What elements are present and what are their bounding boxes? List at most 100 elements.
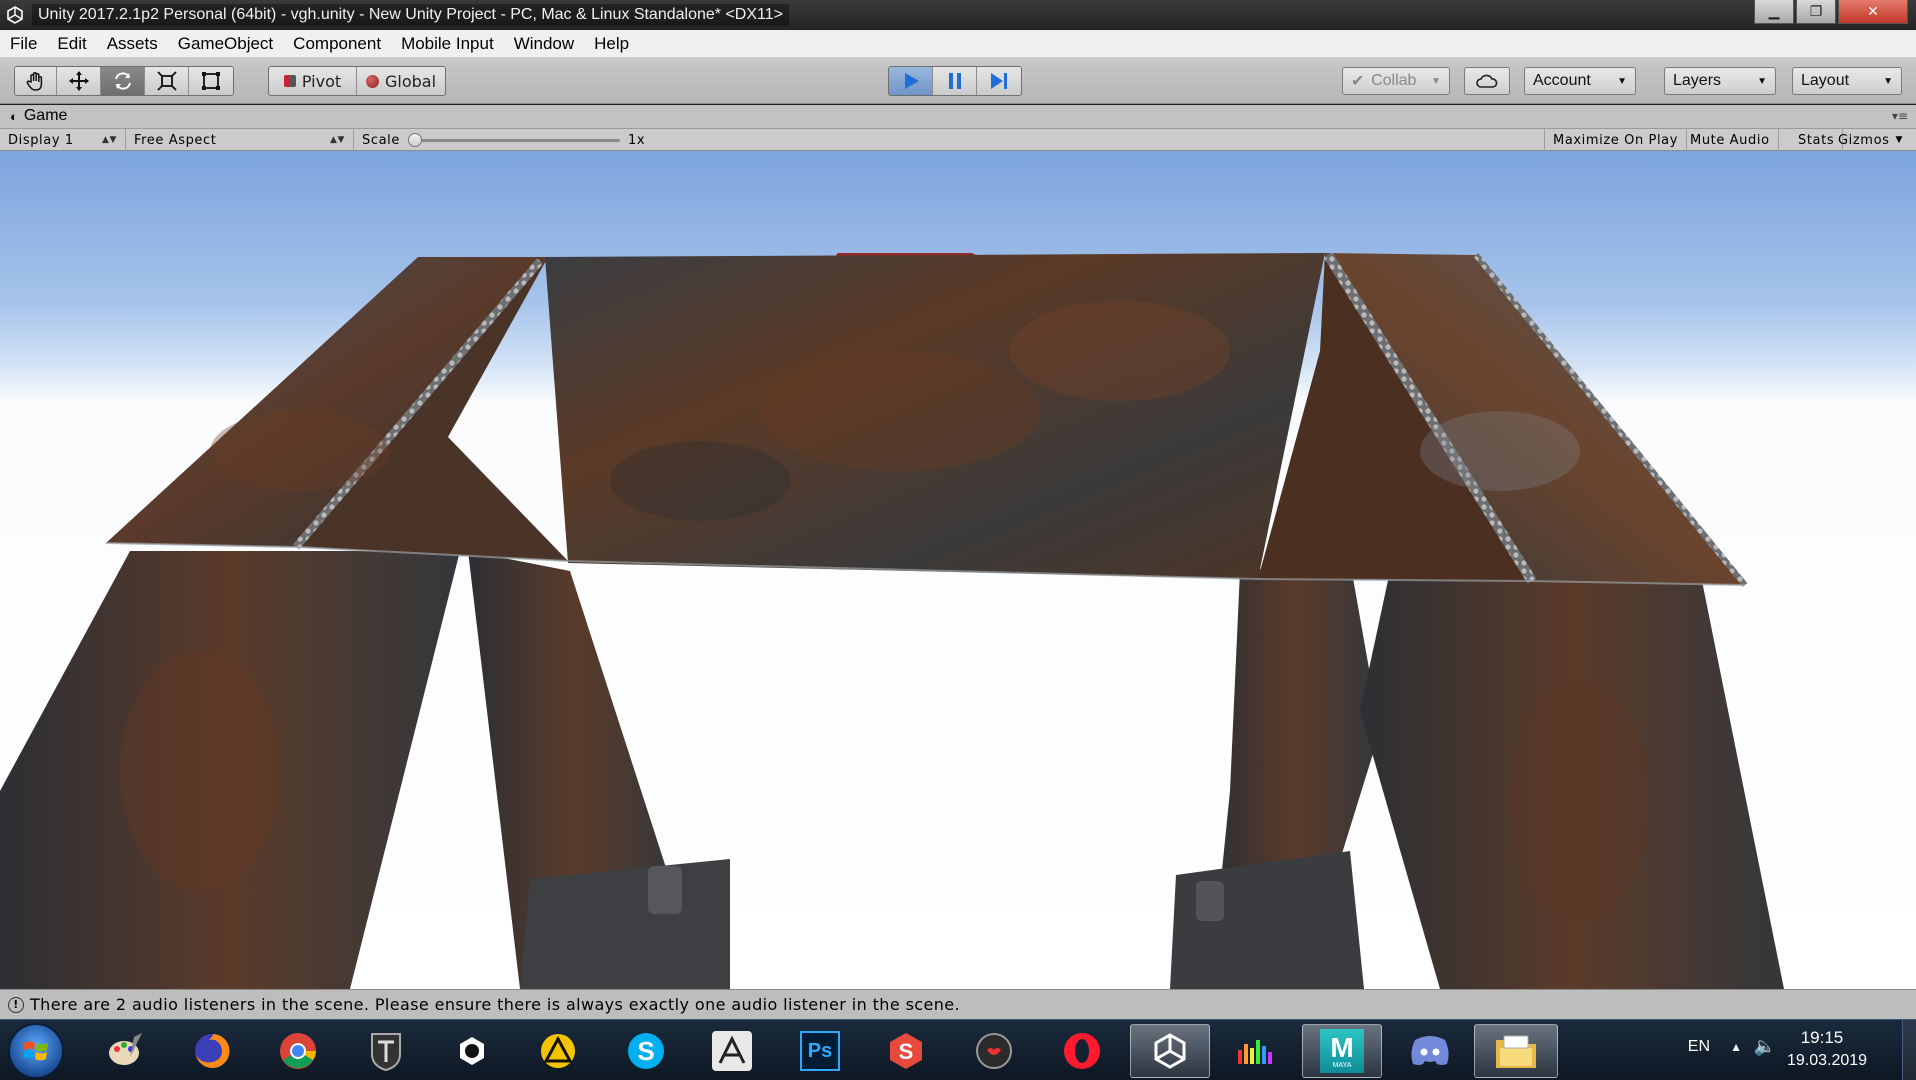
move-tool-button[interactable]: [57, 67, 101, 95]
display-label: Display 1: [8, 132, 74, 148]
hand-tool-button[interactable]: [15, 67, 57, 95]
close-button[interactable]: ✕: [1838, 0, 1908, 24]
maximize-on-play-toggle[interactable]: Maximize On Play: [1544, 129, 1688, 151]
aspect-select[interactable]: Free Aspect ▲▼: [126, 129, 354, 151]
transform-tools: [14, 66, 234, 96]
window-title: Unity 2017.2.1p2 Personal (64bit) - vgh.…: [32, 4, 789, 26]
tab-game[interactable]: ◐ Game: [10, 107, 67, 125]
menu-mobile-input[interactable]: Mobile Input: [391, 34, 504, 54]
chrome-icon: [280, 1033, 316, 1069]
tab-menu-icon[interactable]: ▾≡: [1892, 109, 1908, 123]
taskbar-unity[interactable]: [1130, 1024, 1210, 1078]
taskbar-equalizer[interactable]: [1218, 1024, 1290, 1078]
gizmos-label: Gizmos: [1838, 132, 1890, 148]
scale-slider-thumb[interactable]: [408, 133, 422, 147]
play-icon: [904, 73, 919, 89]
pause-icon: [948, 73, 961, 89]
display-select[interactable]: Display 1 ▲▼: [0, 129, 126, 151]
scale-tool-button[interactable]: [145, 67, 189, 95]
maya-icon: M MAYA: [1320, 1029, 1364, 1073]
globe-icon: [365, 74, 379, 88]
layout-dropdown[interactable]: Layout ▼: [1792, 67, 1902, 95]
close-icon: ✕: [1867, 3, 1879, 20]
cloud-icon: [1476, 74, 1498, 88]
maya-caption: MAYA: [1332, 1061, 1352, 1069]
rect-tool-button[interactable]: [189, 67, 233, 95]
status-bar[interactable]: ! There are 2 audio listeners in the sce…: [0, 989, 1916, 1019]
taskbar-firefox[interactable]: [176, 1024, 248, 1078]
taskbar-photoshop[interactable]: Ps: [784, 1024, 856, 1078]
taskbar-paint[interactable]: [90, 1024, 162, 1078]
cloud-button[interactable]: [1464, 67, 1510, 95]
pivot-button[interactable]: Pivot: [269, 67, 357, 95]
layers-dropdown[interactable]: Layers ▼: [1664, 67, 1776, 95]
menu-component[interactable]: Component: [283, 34, 391, 54]
global-label: Global: [384, 71, 437, 91]
rotate-icon: [114, 72, 131, 90]
scale-slider-track[interactable]: [412, 139, 620, 142]
pause-button[interactable]: [933, 67, 977, 95]
paint-icon: [109, 1033, 142, 1065]
show-hidden-icons-icon[interactable]: ▲: [1730, 1040, 1742, 1054]
taskbar-world-of-tanks[interactable]: [350, 1024, 422, 1078]
global-button[interactable]: Global: [357, 67, 445, 95]
gizmos-dropdown[interactable]: Gizmos ▼: [1830, 129, 1911, 151]
layout-label: Layout: [1801, 72, 1850, 89]
menu-help[interactable]: Help: [584, 34, 639, 54]
svg-text:S: S: [637, 1036, 654, 1066]
taskbar-skype[interactable]: S: [610, 1024, 682, 1078]
game-tab-bar: ◐ Game ▾≡: [0, 105, 1916, 129]
taskbar-archicad[interactable]: [522, 1024, 594, 1078]
minimize-button[interactable]: ▁: [1754, 0, 1794, 24]
account-dropdown[interactable]: Account ▼: [1524, 67, 1636, 95]
game-scene-render: [0, 252, 1784, 989]
menu-gameobject[interactable]: GameObject: [168, 34, 283, 54]
taskbar-zbrush[interactable]: [696, 1024, 768, 1078]
taskbar-file-explorer[interactable]: [1474, 1024, 1558, 1078]
mute-audio-toggle[interactable]: Mute Audio: [1682, 129, 1779, 151]
taskbar-discord[interactable]: [1394, 1024, 1466, 1078]
info-icon: !: [8, 996, 24, 1013]
taskbar-maya[interactable]: M MAYA: [1302, 1024, 1382, 1078]
taskbar-quixel[interactable]: [436, 1024, 508, 1078]
world-of-tanks-icon: [371, 1033, 401, 1072]
collab-label: Collab: [1371, 72, 1417, 89]
pivot-icon: [283, 75, 296, 87]
check-icon: ✔: [1351, 73, 1365, 90]
taskbar-chrome[interactable]: [262, 1024, 334, 1078]
chevron-down-icon: ▼: [1617, 75, 1627, 87]
zbrush-icon: [712, 1031, 752, 1071]
start-button[interactable]: [8, 1023, 64, 1079]
clock-date[interactable]: 19.03.2019: [1772, 1052, 1882, 1070]
archicad-icon: [541, 1034, 575, 1068]
collab-dropdown[interactable]: ✔ Collab ▼: [1342, 67, 1450, 95]
taskbar-substance-painter[interactable]: S: [870, 1024, 942, 1078]
menu-edit[interactable]: Edit: [47, 34, 96, 54]
show-desktop-button[interactable]: [1902, 1020, 1916, 1080]
menu-assets[interactable]: Assets: [97, 34, 168, 54]
menu-window[interactable]: Window: [504, 34, 584, 54]
account-label: Account: [1533, 72, 1591, 89]
move-icon: [68, 71, 89, 91]
rotate-tool-button[interactable]: [101, 67, 145, 95]
layers-label: Layers: [1673, 72, 1722, 89]
menu-file[interactable]: File: [0, 34, 47, 54]
playback-controls: [888, 66, 1022, 96]
play-button[interactable]: [889, 67, 933, 95]
scale-icon: [156, 71, 177, 91]
scale-value: 1x: [628, 132, 646, 148]
game-view[interactable]: [0, 151, 1916, 989]
rect-tool-icon: [202, 72, 220, 90]
aspect-label: Free Aspect: [134, 132, 217, 148]
language-indicator[interactable]: EN: [1688, 1038, 1710, 1056]
restore-icon: ❐: [1809, 3, 1823, 20]
taskbar-marmoset[interactable]: [958, 1024, 1030, 1078]
toolbar: Pivot Global ✔ Collab ▼ Account ▼ Layers…: [0, 58, 1916, 104]
taskbar-opera[interactable]: [1046, 1024, 1118, 1078]
restore-button[interactable]: ❐: [1796, 0, 1836, 24]
step-button[interactable]: [977, 67, 1021, 95]
discord-icon: [1411, 1036, 1449, 1065]
substance-painter-icon: S: [890, 1033, 922, 1069]
clock-time[interactable]: 19:15: [1776, 1028, 1868, 1048]
game-controller-icon: ◐: [10, 108, 18, 124]
